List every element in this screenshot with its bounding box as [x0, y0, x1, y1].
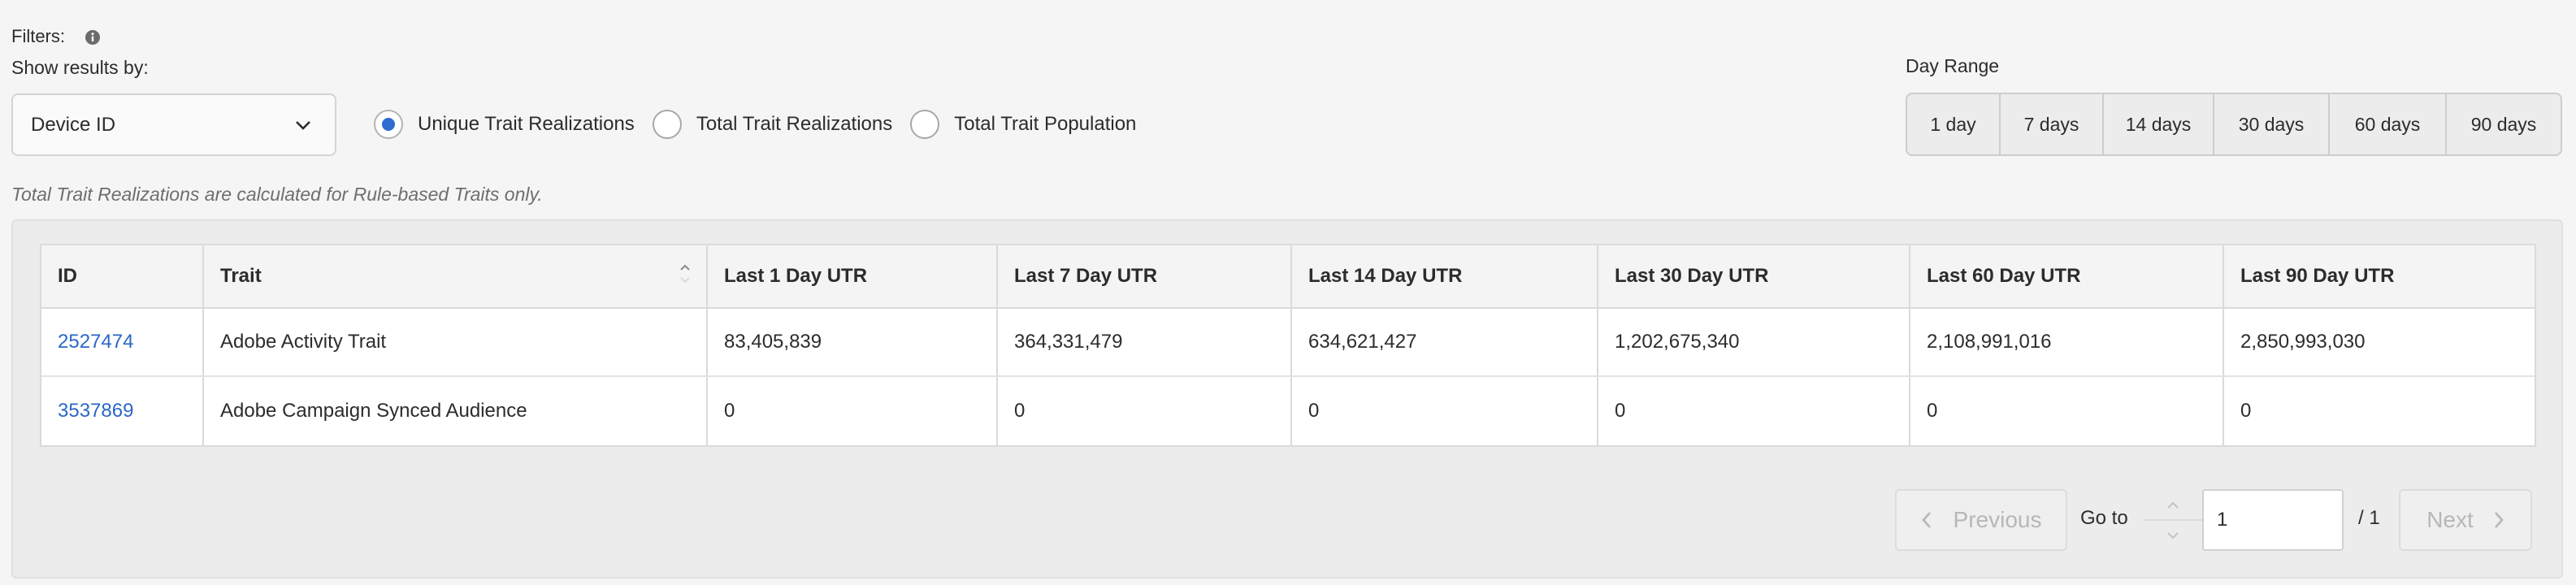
day-range-60-days[interactable]: 60 days	[2330, 94, 2447, 154]
table-header-row: ID Trait Last 1 Day UTR Last 7 Day UTR L…	[41, 245, 2535, 309]
day-range-button-group: 1 day 7 days 14 days 30 days 60 days 90 …	[1906, 93, 2562, 156]
utr-30-day-cell: 0	[1598, 377, 1910, 445]
radio-indicator	[652, 110, 682, 139]
trait-name-cell: Adobe Campaign Synced Audience	[204, 377, 708, 445]
radio-indicator	[910, 110, 940, 139]
radio-total-trait-population[interactable]: Total Trait Population	[910, 110, 1136, 139]
chevron-down-icon	[296, 120, 310, 130]
day-range-90-days[interactable]: 90 days	[2447, 94, 2561, 154]
id-type-dropdown[interactable]: Device ID	[11, 93, 336, 156]
day-range-7-days[interactable]: 7 days	[2001, 94, 2104, 154]
trait-name-cell: Adobe Activity Trait	[204, 309, 708, 375]
column-header-30-day[interactable]: Last 30 Day UTR	[1598, 245, 1910, 307]
chevron-up-icon	[2167, 501, 2179, 509]
column-header-90-day[interactable]: Last 90 Day UTR	[2224, 245, 2535, 307]
total-pages: / 1	[2358, 507, 2380, 529]
column-header-14-day[interactable]: Last 14 Day UTR	[1292, 245, 1598, 307]
utr-7-day-cell: 364,331,479	[998, 309, 1292, 375]
column-header-7-day[interactable]: Last 7 Day UTR	[998, 245, 1292, 307]
page-stepper	[2144, 491, 2202, 549]
utr-1-day-cell: 83,405,839	[708, 309, 998, 375]
previous-button[interactable]: Previous	[1895, 489, 2067, 551]
radio-unique-trait-realizations[interactable]: Unique Trait Realizations	[374, 110, 635, 139]
utr-60-day-cell: 2,108,991,016	[1910, 309, 2224, 375]
page-increment-button[interactable]	[2144, 491, 2202, 521]
utr-90-day-cell: 2,850,993,030	[2240, 331, 2366, 353]
column-header-60-day[interactable]: Last 60 Day UTR	[1910, 245, 2224, 307]
metric-radio-group: Unique Trait Realizations Total Trait Re…	[374, 108, 1154, 141]
utr-30-day-cell: 1,202,675,340	[1598, 309, 1910, 375]
goto-label: Go to	[2080, 507, 2128, 529]
show-results-label: Show results by:	[11, 57, 149, 78]
next-button[interactable]: Next	[2399, 489, 2532, 551]
utr-90-day-cell: 0	[2240, 400, 2252, 422]
column-header-trait[interactable]: Trait	[204, 245, 708, 307]
day-range-30-days[interactable]: 30 days	[2214, 94, 2330, 154]
column-header-id[interactable]: ID	[41, 245, 204, 307]
page-number-input[interactable]	[2202, 489, 2344, 551]
chevron-right-icon	[2494, 512, 2504, 528]
trait-id-link[interactable]: 3537869	[58, 400, 133, 422]
utr-1-day-cell: 0	[708, 377, 998, 445]
column-header-label: Trait	[220, 265, 262, 287]
utr-60-day-cell: 0	[1910, 377, 2224, 445]
table-row: 3537869 Adobe Campaign Synced Audience 0…	[41, 377, 2535, 445]
day-range-label: Day Range	[1906, 55, 2000, 76]
radio-label: Total Trait Realizations	[696, 113, 893, 135]
dropdown-value: Device ID	[31, 113, 116, 136]
page-decrement-button[interactable]	[2144, 521, 2202, 549]
utr-7-day-cell: 0	[998, 377, 1292, 445]
table-row: 2527474 Adobe Activity Trait 83,405,839 …	[41, 309, 2535, 377]
chevron-left-icon	[1921, 512, 1931, 528]
column-header-1-day[interactable]: Last 1 Day UTR	[708, 245, 998, 307]
realizations-note: Total Trait Realizations are calculated …	[11, 184, 543, 205]
radio-label: Total Trait Population	[954, 113, 1137, 135]
radio-label: Unique Trait Realizations	[418, 113, 635, 135]
day-range-14-days[interactable]: 14 days	[2104, 94, 2214, 154]
utr-14-day-cell: 634,621,427	[1292, 309, 1598, 375]
info-icon[interactable]	[85, 29, 101, 46]
utr-14-day-cell: 0	[1292, 377, 1598, 445]
filters-label: Filters:	[11, 26, 65, 46]
traits-table: ID Trait Last 1 Day UTR Last 7 Day UTR L…	[40, 244, 2536, 447]
chevron-down-icon	[2167, 531, 2179, 539]
sort-icon[interactable]	[679, 263, 692, 284]
trait-id-link[interactable]: 2527474	[58, 331, 133, 353]
radio-selected-indicator	[374, 110, 403, 139]
previous-label: Previous	[1953, 507, 2042, 532]
radio-total-trait-realizations[interactable]: Total Trait Realizations	[652, 110, 893, 139]
next-label: Next	[2426, 507, 2474, 532]
day-range-1-day[interactable]: 1 day	[1907, 94, 2001, 154]
